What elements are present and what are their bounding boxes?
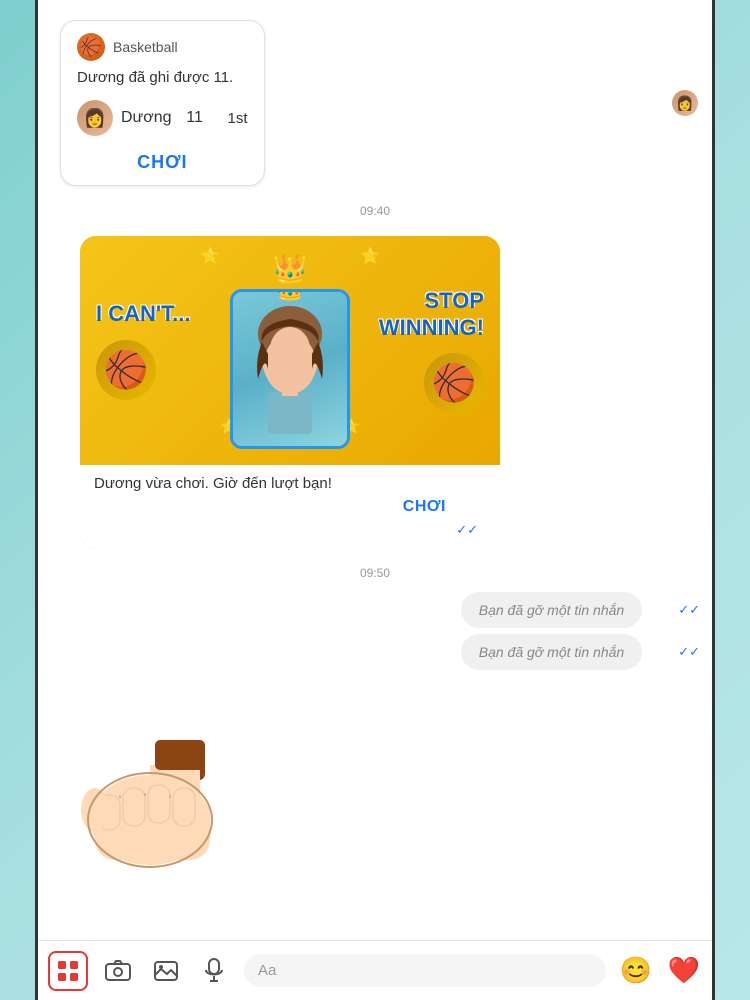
check-container: ✓✓ (94, 522, 486, 542)
winner-right: STOP WINNING! 🏀 (350, 288, 484, 413)
check-1: ✓✓ (678, 602, 700, 618)
timestamp-0940: 09:40 (38, 204, 712, 218)
leaderboard-row: 👩 Dương 11 1st (77, 96, 248, 140)
play-button[interactable]: CHƠI (137, 152, 187, 172)
winner-card-inner: ⭐ ⭐ ⭐ ⭐ I CAN'T... 🏀 👑 (80, 236, 500, 465)
winner-phone (230, 289, 350, 449)
avatar: 👩 (77, 100, 113, 136)
bubble-row-2: Bạn đã gỡ một tin nhắn ✓✓ (461, 634, 700, 670)
heart-button[interactable]: ❤️ (666, 953, 702, 989)
heart-icon: ❤️ (668, 955, 700, 986)
player-rank: 1st (218, 110, 248, 127)
game-score-text: Dương đã ghi được 11. (77, 69, 248, 86)
game-card: 🏀 Basketball Dương đã ghi được 11. 👩 Dươ… (60, 20, 265, 186)
chat-area[interactable]: 🏀 Basketball Dương đã ghi được 11. 👩 Dươ… (38, 0, 712, 940)
mic-icon (205, 958, 223, 984)
bottom-toolbar: Aa 😊 ❤️ (38, 940, 712, 1000)
user-svg (240, 304, 340, 434)
check-2: ✓✓ (678, 644, 700, 660)
bubble-row-1: Bạn đã gỡ một tin nhắn ✓✓ (461, 592, 700, 628)
star-deco: ⭐ (200, 246, 220, 266)
avatar-right: 👩 (672, 90, 698, 116)
user-photo (233, 292, 347, 446)
winner-bottom: Dương vừa chơi. Giờ đến lượt bạn! CHƠI ✓… (80, 465, 500, 548)
emoji-icon: 😊 (620, 955, 652, 986)
play-btn-container: CHƠI (77, 152, 248, 173)
trophy-left: 🏀 (96, 340, 156, 400)
apps-icon (57, 960, 79, 982)
winner-text-right: STOP WINNING! (350, 288, 484, 341)
player-name: Dương (121, 109, 172, 127)
winner-card-container: ⭐ ⭐ ⭐ ⭐ I CAN'T... 🏀 👑 (38, 226, 712, 558)
center-phone-wrapper: 👑 (230, 252, 350, 449)
image-button[interactable] (148, 953, 184, 989)
deleted-msg-1: Bạn đã gỡ một tin nhắn (461, 592, 642, 628)
star-deco-3: ⭐ (360, 246, 380, 266)
message-input[interactable]: Aa (244, 954, 606, 987)
spacer (38, 674, 712, 874)
apps-button[interactable] (48, 951, 88, 991)
game-card-title: Basketball (113, 39, 178, 55)
phone-frame: 🏀 Basketball Dương đã ghi được 11. 👩 Dươ… (35, 0, 715, 1000)
double-check-icon: ✓✓ (456, 522, 478, 538)
deleted-msg-2: Bạn đã gỡ một tin nhắn (461, 634, 642, 670)
image-icon (154, 960, 178, 982)
crown-icon: 👑 (230, 252, 350, 285)
camera-icon (105, 960, 131, 982)
winner-sub-text: Dương vừa chơi. Giờ đến lượt bạn! (94, 475, 486, 492)
player-score: 11 (180, 109, 210, 127)
emoji-button[interactable]: 😊 (618, 953, 654, 989)
camera-button[interactable] (100, 953, 136, 989)
mic-button[interactable] (196, 953, 232, 989)
winner-play-btn[interactable]: CHƠI (94, 492, 486, 522)
game-card-header: 🏀 Basketball (77, 33, 248, 61)
deleted-msgs-container: Bạn đã gỡ một tin nhắn ✓✓ Bạn đã gỡ một … (38, 588, 712, 674)
winner-card: ⭐ ⭐ ⭐ ⭐ I CAN'T... 🏀 👑 (80, 236, 500, 548)
avatar-image: 👩 (77, 100, 113, 136)
basketball-icon: 🏀 (77, 33, 105, 61)
winner-left: I CAN'T... 🏀 (96, 301, 230, 399)
trophy-right: 🏀 (424, 353, 484, 413)
timestamp-0950: 09:50 (38, 566, 712, 580)
winner-text-left: I CAN'T... (96, 301, 190, 327)
